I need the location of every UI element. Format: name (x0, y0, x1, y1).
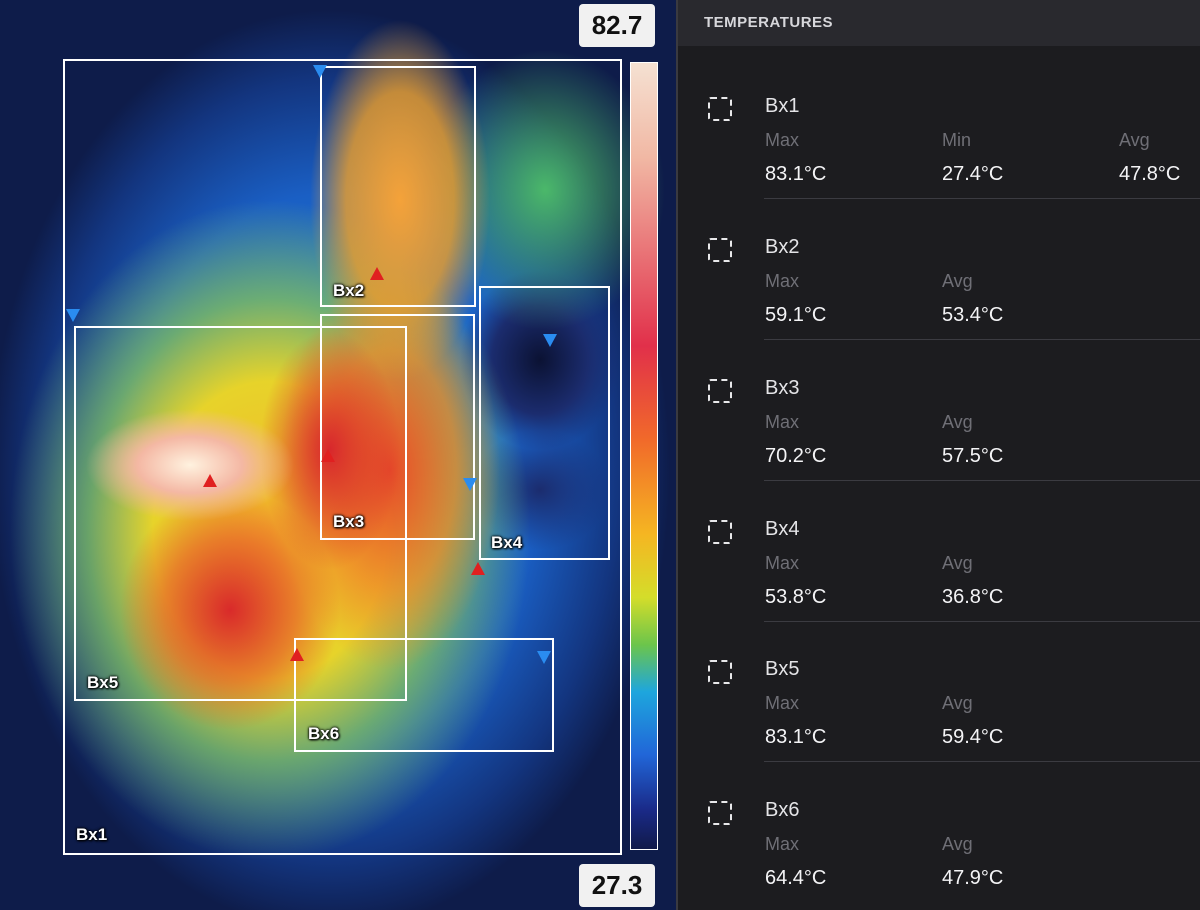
roi-box-icon[interactable] (708, 660, 732, 684)
row-divider (764, 480, 1200, 481)
temperature-row-bx5[interactable]: Bx5 Max 83.1°C Avg 59.4°C (678, 622, 1200, 762)
max-marker (203, 474, 217, 487)
roi-label-bx1: Bx1 (76, 825, 108, 844)
roi-box-icon[interactable] (708, 238, 732, 262)
min-marker (537, 651, 551, 664)
max-marker (370, 267, 384, 280)
avg-label: Avg (942, 834, 973, 854)
avg-label: Avg (1119, 130, 1150, 150)
avg-label: Avg (942, 693, 973, 713)
temperature-row-bx3[interactable]: Bx3 Max 70.2°C Avg 57.5°C (678, 341, 1200, 481)
roi-label-bx5: Bx5 (87, 673, 119, 692)
roi-label-bx6: Bx6 (308, 724, 340, 743)
row-divider (764, 198, 1200, 199)
avg-value: 53.4°C (942, 304, 1004, 326)
max-marker (290, 648, 304, 661)
temperatures-panel: TEMPERATURES Bx1 Max 83.1°C Min 27.4°C A… (676, 0, 1200, 910)
roi-box-icon[interactable] (708, 97, 732, 121)
panel-title: TEMPERATURES (678, 0, 1200, 46)
max-value: 59.1°C (765, 304, 827, 326)
max-label: Max (765, 553, 800, 573)
roi-label-bx3: Bx3 (333, 512, 365, 531)
max-value: 53.8°C (765, 586, 827, 608)
avg-value: 47.8°C (1119, 163, 1181, 185)
roi-box-icon[interactable] (708, 801, 732, 825)
row-title: Bx4 (765, 518, 800, 540)
min-marker (463, 478, 477, 491)
min-label: Min (942, 130, 972, 150)
roi-box-icon[interactable] (708, 520, 732, 544)
max-value: 70.2°C (765, 445, 827, 467)
avg-value: 47.9°C (942, 867, 1004, 889)
max-label: Max (765, 693, 800, 713)
row-title: Bx1 (765, 95, 800, 117)
roi-box-bx4[interactable] (479, 286, 610, 560)
avg-label: Avg (942, 271, 973, 291)
avg-label: Avg (942, 412, 973, 432)
max-value: 64.4°C (765, 867, 827, 889)
max-value: 83.1°C (765, 726, 827, 748)
temperature-row-bx6[interactable]: Bx6 Max 64.4°C Avg 47.9°C (678, 763, 1200, 903)
row-divider (764, 761, 1200, 762)
row-title: Bx3 (765, 377, 800, 399)
row-title: Bx2 (765, 236, 800, 258)
row-title: Bx6 (765, 799, 800, 821)
min-value: 27.4°C (942, 163, 1004, 185)
max-label: Max (765, 271, 800, 291)
roi-box-bx2[interactable] (320, 66, 476, 307)
thermal-image[interactable]: Bx1 Bx2 Bx3 Bx4 Bx5 Bx6 82.7 27.3 (0, 0, 676, 910)
min-marker (313, 65, 327, 78)
max-label: Max (765, 412, 800, 432)
avg-label: Avg (942, 553, 973, 573)
max-label: Max (765, 130, 800, 150)
scale-min-label: 27.3 (579, 864, 655, 907)
temperature-row-bx2[interactable]: Bx2 Max 59.1°C Avg 53.4°C (678, 200, 1200, 340)
row-divider (764, 339, 1200, 340)
row-title: Bx5 (765, 658, 800, 680)
roi-label-bx4: Bx4 (491, 533, 523, 552)
roi-box-icon[interactable] (708, 379, 732, 403)
avg-value: 36.8°C (942, 586, 1004, 608)
scale-max-label: 82.7 (579, 4, 655, 47)
max-label: Max (765, 834, 800, 854)
roi-label-bx2: Bx2 (333, 281, 365, 300)
max-value: 83.1°C (765, 163, 827, 185)
max-marker (321, 449, 335, 462)
temperature-row-bx1[interactable]: Bx1 Max 83.1°C Min 27.4°C Avg 47.8°C (678, 59, 1200, 199)
temperature-color-scale (630, 62, 658, 850)
avg-value: 57.5°C (942, 445, 1004, 467)
max-marker (471, 562, 485, 575)
avg-value: 59.4°C (942, 726, 1004, 748)
temperature-row-bx4[interactable]: Bx4 Max 53.8°C Avg 36.8°C (678, 482, 1200, 622)
min-marker (66, 309, 80, 322)
min-marker (543, 334, 557, 347)
